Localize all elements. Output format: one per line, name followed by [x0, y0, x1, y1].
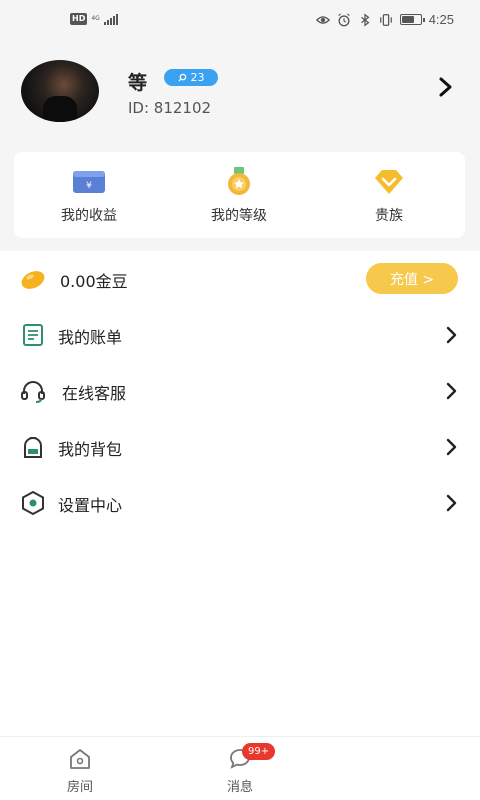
status-bar: HD 4G 4:25 [0, 0, 480, 40]
bill-icon [23, 324, 43, 346]
quick-action-label: 我的收益 [61, 208, 117, 224]
alarm-icon [338, 12, 350, 26]
bean-icon [21, 271, 45, 289]
svg-text:¥: ¥ [86, 181, 92, 191]
quick-action-earnings[interactable]: ¥ 我的收益 [14, 152, 164, 238]
bluetooth-icon [360, 13, 370, 26]
menu-item-label: 我的账单 [58, 328, 123, 347]
home-icon [70, 749, 90, 769]
hd-indicator: HD [70, 13, 88, 25]
quick-action-label: 贵族 [375, 208, 403, 224]
tab-rooms[interactable]: 房间 [0, 737, 160, 800]
balance-row: 0.00金豆 充值 > [0, 251, 480, 307]
menu-list: 0.00金豆 充值 > 我的账单 在线客服 我的背包 设置中心 [0, 251, 480, 736]
headset-icon [21, 381, 45, 403]
balance-amount: 0.00金豆 [60, 272, 128, 291]
backpack-icon [24, 437, 42, 458]
diamond-icon [375, 170, 403, 194]
user-id: ID: 812102 [128, 99, 212, 117]
chevron-right-icon [446, 326, 457, 344]
status-left: HD 4G [70, 13, 118, 25]
quick-action-level[interactable]: 我的等级 [164, 152, 314, 238]
battery-icon [399, 14, 425, 25]
level-badge: 23 [164, 69, 218, 86]
quick-action-noble[interactable]: 贵族 [314, 152, 464, 238]
tab-label: 消息 [226, 780, 253, 795]
menu-item-bills[interactable]: 我的账单 [0, 307, 480, 363]
chevron-right-icon[interactable] [437, 76, 455, 98]
chevron-right-icon [446, 438, 457, 456]
eye-icon [315, 15, 330, 24]
profile-header[interactable]: 等 23 ID: 812102 [0, 55, 480, 135]
wallet-icon: ¥ [73, 171, 105, 193]
level-value: 23 [190, 71, 205, 84]
menu-item-label: 设置中心 [58, 496, 123, 515]
bottom-tab-bar: 房间 99+ 消息 [0, 736, 480, 800]
nickname: 等 [128, 72, 148, 94]
quick-action-label: 我的等级 [211, 208, 267, 224]
chevron-right-icon [446, 494, 457, 512]
clock: 4:25 [428, 12, 454, 27]
signal-icon [103, 13, 118, 25]
recharge-button[interactable]: 充值 > [366, 263, 458, 294]
vibrate-icon [379, 13, 392, 26]
tab-label: 房间 [66, 780, 93, 795]
chevron-right-icon [446, 382, 457, 400]
tab-messages[interactable]: 99+ 消息 [160, 737, 320, 800]
menu-item-backpack[interactable]: 我的背包 [0, 419, 480, 475]
quick-actions-card: ¥ 我的收益 我的等级 贵族 [14, 152, 465, 238]
unread-badge: 99+ [242, 743, 276, 760]
status-right: 4:25 [315, 12, 454, 27]
search-icon [177, 73, 186, 82]
medal-icon [228, 167, 250, 195]
menu-item-label: 我的背包 [58, 440, 123, 459]
menu-item-label: 在线客服 [62, 384, 127, 403]
settings-icon [22, 490, 44, 516]
avatar[interactable] [21, 60, 99, 122]
menu-item-customer-service[interactable]: 在线客服 [0, 363, 480, 419]
menu-item-settings[interactable]: 设置中心 [0, 475, 480, 531]
network-type: 4G [91, 15, 100, 22]
